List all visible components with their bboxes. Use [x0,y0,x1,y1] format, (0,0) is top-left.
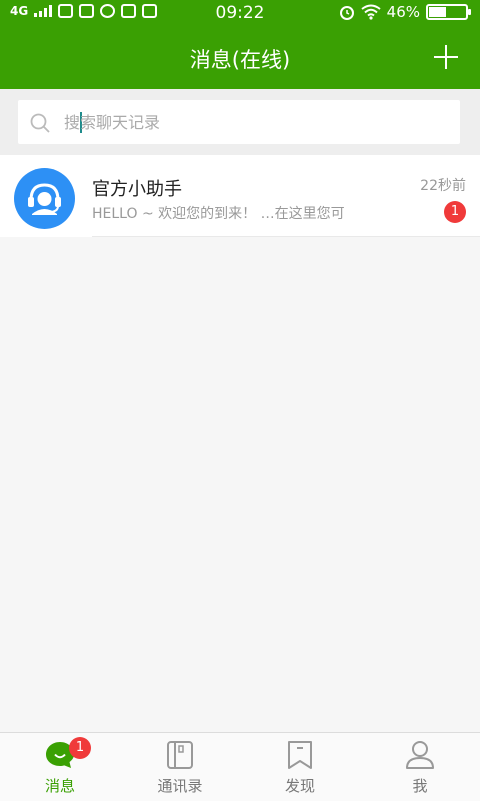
battery-percent: 46% [386,3,420,21]
conversation-name: 官方小助手 [92,179,182,200]
bookmark-icon [288,741,312,769]
conversation-preview: HELLO ~ 欢迎您的到来！ …在这里您可 [92,206,345,222]
tab-label: 消息 [44,777,75,795]
tab-badge: 1 [69,737,91,759]
status-bar: 4G 09:22 46% [0,0,480,25]
divider [92,236,480,237]
tab-messages[interactable]: 1 消息 [0,733,120,801]
search-box[interactable] [18,100,460,144]
tab-contacts[interactable]: 通讯录 [120,733,240,801]
app-header: 4G 09:22 46% 消息(在线) [0,0,480,89]
conversation-list: 官方小助手 HELLO ~ 欢迎您的到来！ …在这里您可 22秒前 1 [0,155,480,237]
tab-me[interactable]: 我 [360,733,480,801]
page-title: 消息(在线) [189,48,291,72]
avatar [14,168,75,229]
tab-label: 通讯录 [157,777,203,795]
customer-service-headset-icon [28,183,61,215]
search-icon [30,113,50,133]
search-input[interactable] [64,100,444,144]
battery-icon [426,4,471,20]
search-area [0,89,480,155]
alarm-icon [339,6,354,20]
bottom-tab-bar: 1 消息 通讯录 发现 我 [0,732,480,801]
tab-label: 我 [412,777,428,795]
unread-badge: 1 [444,201,466,223]
title-bar: 消息(在线) [0,25,480,89]
battery-level [429,7,447,17]
status-right-icons: 46% [339,3,471,21]
plus-icon[interactable] [434,45,458,69]
wifi-icon [361,4,381,20]
tab-label: 发现 [284,777,315,795]
conversation-time: 22秒前 [420,178,466,194]
conversation-item[interactable]: 官方小助手 HELLO ~ 欢迎您的到来！ …在这里您可 22秒前 1 [0,155,480,237]
contacts-book-icon [167,741,193,769]
tab-discover[interactable]: 发现 [240,733,360,801]
user-icon [406,741,434,769]
